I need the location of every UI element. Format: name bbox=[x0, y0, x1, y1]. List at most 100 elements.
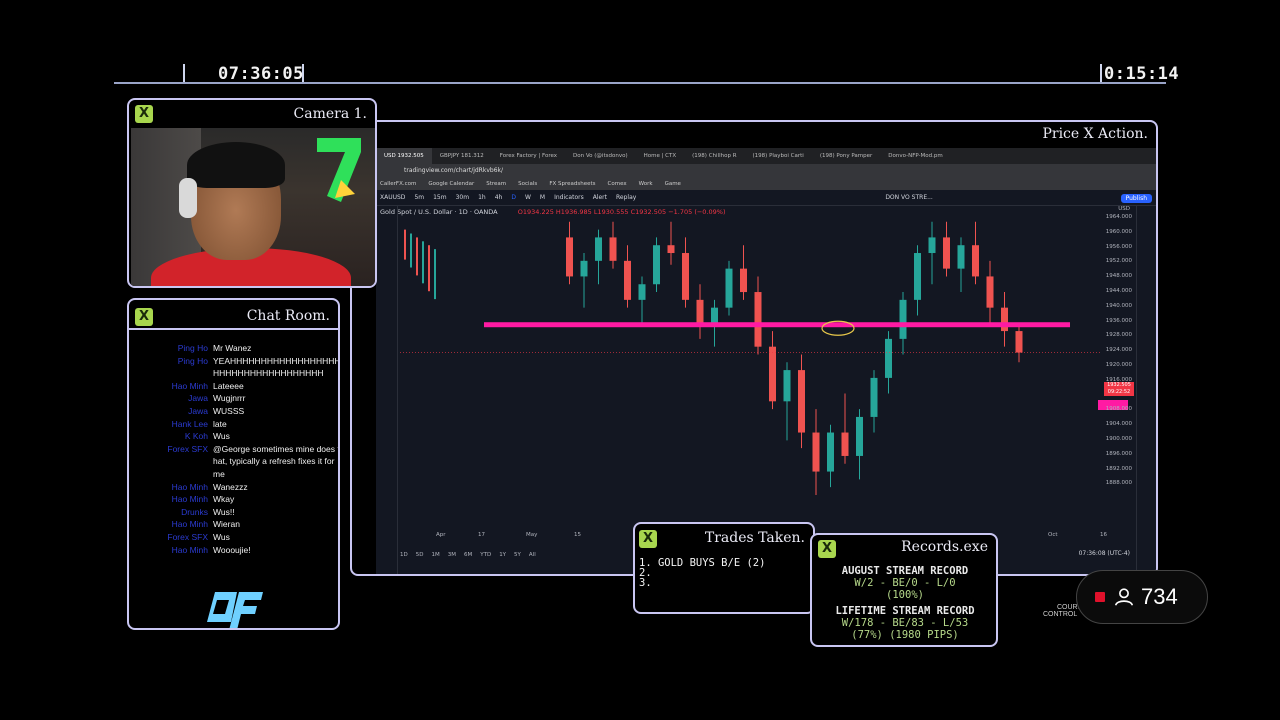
candle-body bbox=[580, 260, 588, 277]
trades-panel: X Trades Taken. 1. GOLD BUYS B/E (2) 2. … bbox=[633, 522, 815, 614]
candle bbox=[404, 229, 406, 260]
chat-username[interactable]: Hao Minh bbox=[137, 481, 213, 494]
trades-list: 1. GOLD BUYS B/E (2) 2. 3. bbox=[639, 557, 766, 589]
chat-message: Ping Ho YEAHHHHHHHHHHHHHHHHHHHHHHHHHHHHHH… bbox=[137, 355, 340, 380]
candle-body bbox=[943, 237, 950, 269]
chat-title-divider bbox=[129, 328, 338, 330]
browser-window: USD 1932.505 GBPJPY 181.312 Forex Factor… bbox=[376, 148, 1156, 576]
range-5y[interactable]: 5Y bbox=[514, 552, 521, 558]
chat-message: Hao Minh Wanezzz bbox=[137, 481, 338, 494]
x-tick-label: May bbox=[526, 532, 538, 538]
range-3m[interactable]: 3M bbox=[448, 552, 456, 558]
range-6m[interactable]: 6M bbox=[464, 552, 472, 558]
chat-panel: X Chat Room. Ping Ho Mr Wanez Ping Ho YEAHH… bbox=[127, 298, 340, 630]
candle-body bbox=[870, 377, 878, 417]
y-tick-label: 1920.000 bbox=[1105, 362, 1132, 368]
y-tick-label: 1936.000 bbox=[1105, 317, 1132, 324]
y-tick-label: 1888.000 bbox=[1105, 480, 1132, 487]
candle-body bbox=[725, 268, 733, 308]
trade-item: 2. bbox=[639, 567, 652, 579]
chat-username[interactable]: Ping Ho bbox=[137, 342, 213, 355]
y-tick-label: 1892.000 bbox=[1105, 465, 1132, 472]
y-tick-label: 1956.000 bbox=[1105, 243, 1132, 250]
chat-text: late bbox=[213, 418, 227, 429]
candle-body bbox=[986, 276, 994, 308]
chat-username[interactable]: Ping Ho bbox=[137, 355, 213, 380]
chat-username[interactable]: Forex SFX bbox=[137, 531, 213, 544]
range-1y[interactable]: 1Y bbox=[499, 552, 506, 558]
y-tick-label: 1904.000 bbox=[1105, 421, 1132, 428]
y-tick-label: 1952.000 bbox=[1105, 258, 1132, 265]
chat-text: WUSSS bbox=[213, 405, 245, 416]
trade-item: 3. bbox=[639, 577, 652, 589]
candle-body bbox=[667, 245, 675, 254]
range-all[interactable]: All bbox=[529, 552, 536, 558]
y-tick-label: 1896.000 bbox=[1105, 450, 1132, 457]
trade-item: 1. GOLD BUYS B/E (2) bbox=[639, 557, 766, 569]
chat-text: @George sometimes mine does that, typica… bbox=[213, 443, 340, 479]
camera-title: Camera 1. bbox=[293, 106, 367, 122]
chat-username[interactable]: Hank Lee bbox=[137, 418, 213, 431]
chat-username[interactable]: K Koh bbox=[137, 430, 213, 443]
chat-username[interactable]: Hao Minh bbox=[137, 544, 213, 557]
chat-text: Wanezzz bbox=[213, 481, 248, 492]
camera-panel: X Camera 1. bbox=[127, 98, 377, 288]
chat-username[interactable]: Jawa bbox=[137, 405, 213, 418]
chat-username[interactable]: Drunks bbox=[137, 506, 213, 519]
range-1d[interactable]: 1D bbox=[400, 552, 408, 558]
y-tick-label: 1900.000 bbox=[1105, 436, 1132, 442]
chat-username[interactable]: Hao Minh bbox=[137, 493, 213, 506]
chat-text: YEAHHHHHHHHHHHHHHHHHHHHHHHHHHHHHHHHHHHH bbox=[213, 355, 340, 379]
webcam-feed bbox=[131, 128, 375, 286]
candle-body bbox=[769, 346, 776, 402]
chat-text: Wugjnrrr bbox=[213, 393, 246, 404]
candle bbox=[428, 245, 430, 292]
chat-username[interactable]: Hao Minh bbox=[137, 518, 213, 531]
y-tick-label: 1944.000 bbox=[1105, 288, 1132, 294]
chat-message: Hao Minh Wieran bbox=[137, 518, 338, 531]
range-1m[interactable]: 1M bbox=[431, 552, 439, 558]
candle-body bbox=[798, 370, 805, 433]
live-indicator-icon bbox=[1095, 592, 1105, 602]
price-chart[interactable] bbox=[376, 148, 1156, 576]
support-level-line[interactable] bbox=[484, 322, 1070, 328]
chat-text: Wus bbox=[213, 531, 230, 542]
chat-title: Chat Room. bbox=[246, 308, 330, 324]
last-price-countdown: 09:22:52 bbox=[1107, 389, 1131, 395]
august-line1: W/2 - BE/0 - L/0 bbox=[854, 577, 956, 589]
chat-text: Mr Wanez bbox=[213, 343, 252, 353]
y-tick-label: 1908.000 bbox=[1105, 406, 1132, 413]
y-tick-label: 1948.000 bbox=[1105, 273, 1132, 280]
clock-left-divider-a bbox=[183, 64, 185, 82]
chat-message-list: Ping Ho Mr Wanez Ping Ho YEAHHHHHHHHHHHHHHH… bbox=[137, 342, 340, 557]
neon-seven-logo bbox=[317, 138, 361, 202]
x-tick-label: Oct bbox=[1048, 532, 1058, 538]
y-tick-label: 1928.000 bbox=[1105, 332, 1132, 339]
price-axis: 1964.000 1960.000 1956.000 1952.000 1948.000… bbox=[1102, 214, 1134, 526]
chat-message: Forex SFX @George sometimes mine does tha… bbox=[137, 443, 340, 481]
candle-body bbox=[928, 237, 936, 254]
august-heading: AUGUST STREAM RECORD bbox=[841, 565, 969, 577]
headphones-icon bbox=[179, 178, 197, 218]
chat-username[interactable]: Hao Minh bbox=[137, 380, 213, 393]
candle-body bbox=[1001, 307, 1008, 332]
candle-body bbox=[856, 416, 863, 456]
candle-body bbox=[885, 338, 892, 378]
lifetime-line2: (77%) (1980 PIPS) bbox=[851, 629, 959, 641]
candle bbox=[416, 237, 418, 276]
chat-message: Forex SFX Wus bbox=[137, 531, 338, 544]
viewer-count-pill: 734 bbox=[1076, 570, 1208, 624]
candle-body bbox=[711, 307, 718, 324]
candle bbox=[434, 249, 436, 300]
candle bbox=[410, 233, 412, 268]
chat-username[interactable]: Forex SFX bbox=[137, 443, 213, 481]
trades-badge: X bbox=[639, 530, 657, 548]
range-ytd[interactable]: YTD bbox=[480, 552, 491, 558]
candle-body bbox=[1015, 331, 1023, 353]
df-logo bbox=[207, 592, 263, 628]
candle-body bbox=[754, 292, 762, 347]
candle-body bbox=[740, 268, 747, 293]
chat-username[interactable]: Jawa bbox=[137, 392, 213, 405]
range-5d[interactable]: 5D bbox=[416, 552, 424, 558]
chat-text: Wus bbox=[213, 431, 230, 442]
